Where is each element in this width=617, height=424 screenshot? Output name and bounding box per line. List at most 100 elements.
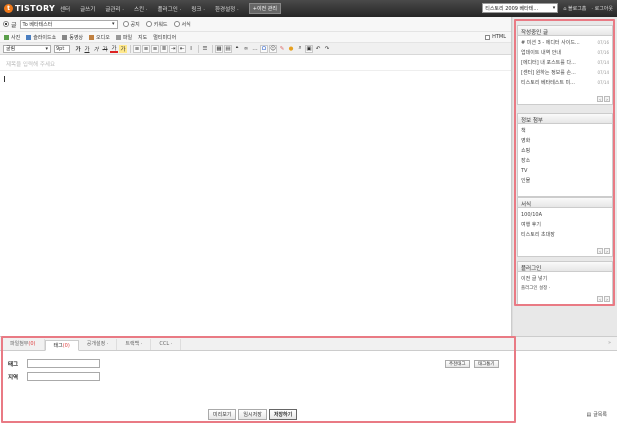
table-icon[interactable]: ▦ — [215, 44, 223, 53]
keyword-radio[interactable] — [145, 21, 152, 27]
next-page-icon[interactable]: › — [604, 96, 610, 102]
plugin-settings-link[interactable]: 플러그인 설정 · — [521, 284, 609, 294]
title-input-area[interactable]: 제목을 입력해 주세요 — [0, 55, 511, 71]
underline-icon[interactable]: 가 — [83, 45, 91, 53]
old-admin-button[interactable]: +이전 관리 — [248, 3, 281, 14]
background-color-icon[interactable]: 가 — [119, 44, 127, 53]
tag-input[interactable] — [27, 359, 100, 368]
plugin-item[interactable]: 이전 글 넣기 — [521, 274, 609, 284]
tag-field: 태그 — [8, 359, 100, 368]
file-button[interactable]: 파일 — [115, 34, 132, 41]
search-icon[interactable]: ⌕ — [296, 45, 304, 53]
fullscreen-icon[interactable]: ▣ — [305, 44, 313, 53]
draft-item[interactable]: [에디터] 내 포스트를 다... 07/14 — [521, 58, 609, 68]
map-button[interactable]: 지도 — [138, 34, 147, 41]
quote-icon[interactable]: ❝ — [233, 45, 241, 53]
collapse-icon[interactable]: » — [608, 340, 611, 346]
undo-icon[interactable]: ↶ — [314, 45, 322, 53]
redo-icon[interactable]: ↷ — [323, 45, 331, 53]
content-editing-area[interactable] — [0, 71, 511, 311]
tab-ccl[interactable]: CCL · — [151, 339, 182, 350]
blog-select[interactable]: 티스토리 2009 베타테... ▾ — [482, 3, 559, 13]
italic-icon[interactable]: 가 — [92, 45, 100, 53]
link-icon[interactable]: ∞ — [242, 45, 250, 53]
align-right-icon[interactable]: ≡ — [151, 44, 159, 53]
info-item-place[interactable]: 장소 — [521, 156, 609, 166]
form-item-label: 티스토리 초대장 — [521, 232, 555, 238]
font-select[interactable]: 굴림 ▾ — [3, 44, 51, 53]
blog-home-link[interactable]: ⌂ 블로그홈 — [563, 5, 586, 12]
preview-button[interactable]: 미리보기 — [208, 409, 237, 420]
align-left-icon[interactable]: ≡ — [133, 44, 141, 53]
notice-option[interactable]: 공지 — [122, 21, 140, 28]
list-icon[interactable]: ☰ — [201, 45, 209, 53]
multimedia-button[interactable]: 멀티미디어 — [153, 34, 176, 41]
logout-link[interactable]: · 로그아웃 — [591, 5, 613, 12]
nav-settings[interactable]: 환경설정 · — [215, 5, 239, 13]
box-icon[interactable]: ▤ — [224, 44, 232, 53]
video-button[interactable]: 동영상 — [62, 34, 83, 41]
photo-button[interactable]: 사진 — [4, 34, 20, 41]
nav-link[interactable]: 링크 · — [191, 5, 205, 13]
audio-button[interactable]: 오디오 — [89, 34, 110, 41]
category-select[interactable]: To 베타테스터 ▾ — [19, 19, 118, 29]
form-item[interactable]: 여행 후기 — [521, 220, 609, 230]
text-color-icon[interactable]: 가 — [110, 45, 118, 53]
special-char-icon[interactable]: Ω — [260, 44, 268, 53]
form-item[interactable]: 100/10A — [521, 210, 609, 220]
nav-write[interactable]: 글쓰기 — [80, 5, 95, 13]
draft-item[interactable]: 업데이트 내역 안내 07/16 — [521, 48, 609, 58]
tab-trackback[interactable]: 트랙백 · — [117, 339, 152, 350]
info-item-shopping[interactable]: 쇼핑 — [521, 146, 609, 156]
html-mode-toggle[interactable]: HTML — [485, 34, 506, 40]
notice-radio[interactable] — [122, 21, 129, 27]
indent-icon[interactable]: ⇥ — [169, 44, 177, 53]
prev-page-icon[interactable]: ‹ — [597, 296, 603, 302]
bold-icon[interactable]: 가 — [74, 45, 82, 53]
emoticon-icon[interactable]: ☺ — [269, 44, 277, 53]
nav-skin[interactable]: 스킨 · — [134, 5, 148, 13]
save-draft-button[interactable]: 임시저장 — [238, 409, 267, 420]
keyword-option[interactable]: 키워드 — [145, 21, 168, 28]
form-item[interactable]: 티스토리 초대장 — [521, 230, 609, 240]
align-center-icon[interactable]: ≡ — [142, 44, 150, 53]
blog-select-value: 티스토리 2009 베타테... — [485, 5, 539, 12]
outdent-icon[interactable]: ⇤ — [178, 44, 186, 53]
draft-item[interactable]: # 미션 3 - 에디터 사이드... 07/16 — [521, 38, 609, 48]
next-page-icon[interactable]: › — [604, 248, 610, 254]
align-justify-icon[interactable]: ≣ — [160, 44, 168, 53]
info-item-tv[interactable]: TV — [521, 166, 609, 176]
prev-page-icon[interactable]: ‹ — [597, 248, 603, 254]
tab-attachments[interactable]: 파일첨부(0) — [2, 339, 45, 350]
spellcheck-icon[interactable]: ✎ — [278, 45, 286, 53]
tag-cloud-button[interactable]: 태그통기 — [474, 360, 499, 368]
recommend-tag-button[interactable]: 추천태그 — [445, 360, 470, 368]
location-input[interactable] — [27, 372, 100, 381]
nav-center[interactable]: 센터 — [60, 5, 70, 13]
draft-item[interactable]: 티스토리 베타테스트 미... 07/14 — [521, 78, 609, 88]
prev-page-icon[interactable]: ‹ — [597, 96, 603, 102]
save-button[interactable]: 저장하기 — [268, 409, 298, 420]
tab-tags[interactable]: 태그(0) — [44, 340, 79, 351]
draft-item[interactable]: [센터] 원하는 정보를 손... 07/14 — [521, 68, 609, 78]
line-height-icon[interactable]: Ⅰ — [187, 45, 195, 53]
draft-item-title: [에디터] 내 포스트를 다... — [521, 60, 576, 66]
tab-visibility[interactable]: 공개설정 · — [79, 339, 118, 350]
form-radio[interactable] — [173, 21, 180, 27]
post-type-radio[interactable] — [3, 21, 9, 27]
map-insert-icon[interactable]: ● — [287, 45, 295, 53]
info-item-movie[interactable]: 영화 — [521, 136, 609, 146]
info-item-book[interactable]: 책 — [521, 126, 609, 136]
nav-plugin[interactable]: 플러그인 · — [158, 5, 182, 13]
form-option[interactable]: 서식 — [173, 21, 191, 28]
size-select[interactable]: 9pt — [54, 44, 70, 53]
next-page-icon[interactable]: › — [604, 296, 610, 302]
more-icon[interactable]: … — [251, 45, 259, 53]
html-checkbox[interactable] — [485, 34, 491, 40]
tistory-logo[interactable]: t TISTORY — [4, 4, 60, 13]
strikethrough-icon[interactable]: 가 — [101, 45, 109, 53]
slideshow-button[interactable]: 슬라이드쇼 — [26, 34, 56, 41]
nav-posts[interactable]: 글관리 · — [105, 5, 124, 13]
post-list-link[interactable]: ▤ 글목록 — [586, 411, 607, 419]
info-item-person[interactable]: 인물 — [521, 176, 609, 186]
